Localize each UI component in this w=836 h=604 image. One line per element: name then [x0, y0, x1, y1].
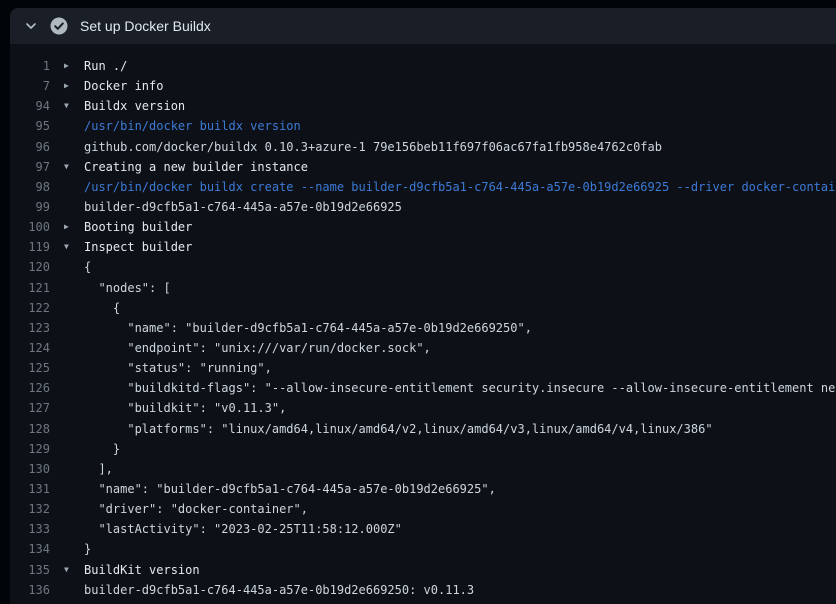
step-header[interactable]: Set up Docker Buildx	[10, 8, 836, 44]
log-row: 133 "lastActivity": "2023-02-25T11:58:12…	[10, 519, 836, 539]
log-rows: 1▶Run ./7▶Docker info94▼Buildx version95…	[10, 56, 836, 600]
log-row: 130 ],	[10, 459, 836, 479]
log-text: BuildKit version	[84, 560, 200, 580]
log-group-row[interactable]: 94 ▼Buildx version	[10, 96, 836, 116]
line-number[interactable]: 125	[10, 358, 50, 378]
group-collapsed-triangle-icon: ▶	[64, 76, 84, 96]
line-number[interactable]: 132	[10, 499, 50, 519]
log-text: builder-d9cfb5a1-c764-445a-a57e-0b19d2e6…	[84, 580, 474, 600]
log-text: {	[84, 257, 91, 277]
log-row: 127 "buildkit": "v0.11.3",	[10, 398, 836, 418]
group-expanded-triangle-icon: ▼	[64, 96, 84, 116]
line-number[interactable]: 126	[10, 378, 50, 398]
check-circle-icon	[50, 17, 68, 35]
log-text: "endpoint": "unix:///var/run/docker.sock…	[84, 338, 431, 358]
log-text: /usr/bin/docker buildx create --name bui…	[84, 177, 836, 197]
log-row: 132 "driver": "docker-container",	[10, 499, 836, 519]
line-number[interactable]: 98	[10, 177, 50, 197]
group-collapsed-triangle-icon: ▶	[64, 56, 84, 76]
line-number[interactable]: 135	[10, 560, 50, 580]
line-number[interactable]: 136	[10, 580, 50, 600]
log-group-row[interactable]: 100 ▶Booting builder	[10, 217, 836, 237]
log-row: 95/usr/bin/docker buildx version	[10, 116, 836, 136]
line-number[interactable]: 123	[10, 318, 50, 338]
log-text: builder-d9cfb5a1-c764-445a-a57e-0b19d2e6…	[84, 197, 402, 217]
log-row: 134}	[10, 539, 836, 559]
group-collapsed-triangle-icon: ▶	[64, 217, 84, 237]
log-text: "name": "builder-d9cfb5a1-c764-445a-a57e…	[84, 479, 496, 499]
log-group-row[interactable]: 119 ▼Inspect builder	[10, 237, 836, 257]
log-text: Creating a new builder instance	[84, 157, 308, 177]
log-text: "lastActivity": "2023-02-25T11:58:12.000…	[84, 519, 402, 539]
log-text: Run ./	[84, 56, 127, 76]
log-text: "platforms": "linux/amd64,linux/amd64/v2…	[84, 419, 713, 439]
line-number[interactable]: 121	[10, 278, 50, 298]
line-number[interactable]: 124	[10, 338, 50, 358]
line-number[interactable]: 7	[10, 76, 50, 96]
group-expanded-triangle-icon: ▼	[64, 237, 84, 257]
log-row: 122 {	[10, 298, 836, 318]
log-row: 99 builder-d9cfb5a1-c764-445a-a57e-0b19d2…	[10, 197, 836, 217]
line-number[interactable]: 127	[10, 398, 50, 418]
log-row: 123 "name": "builder-d9cfb5a1-c764-445a-…	[10, 318, 836, 338]
group-expanded-triangle-icon: ▼	[64, 560, 84, 580]
line-number[interactable]: 133	[10, 519, 50, 539]
log-text: "nodes": [	[84, 278, 171, 298]
log-text: "buildkitd-flags": "--allow-insecure-ent…	[84, 378, 836, 398]
log-text: Inspect builder	[84, 237, 192, 257]
log-text: }	[84, 539, 91, 559]
line-number[interactable]: 97	[10, 157, 50, 177]
log-row: 129 }	[10, 439, 836, 459]
step-log-card: Set up Docker Buildx 1▶Run ./7▶Docker in…	[10, 8, 836, 604]
chevron-down-icon[interactable]	[20, 15, 42, 37]
line-number[interactable]: 100	[10, 217, 50, 237]
step-title: Set up Docker Buildx	[80, 18, 211, 34]
log-text: Booting builder	[84, 217, 192, 237]
log-row: 128 "platforms": "linux/amd64,linux/amd6…	[10, 419, 836, 439]
line-number[interactable]: 129	[10, 439, 50, 459]
log-group-row[interactable]: 7 ▶Docker info	[10, 76, 836, 96]
log-group-row[interactable]: 1 ▶Run ./	[10, 56, 836, 76]
log-text: ],	[84, 459, 113, 479]
log-text: github.com/docker/buildx 0.10.3+azure-1 …	[84, 137, 662, 157]
log-text: {	[84, 298, 120, 318]
log-row: 124 "endpoint": "unix:///var/run/docker.…	[10, 338, 836, 358]
group-expanded-triangle-icon: ▼	[64, 157, 84, 177]
log-row: 120 {	[10, 257, 836, 277]
log-text: Docker info	[84, 76, 163, 96]
line-number[interactable]: 122	[10, 298, 50, 318]
log-text: /usr/bin/docker buildx version	[84, 116, 301, 136]
log-group-row[interactable]: 97 ▼Creating a new builder instance	[10, 157, 836, 177]
line-number[interactable]: 96	[10, 137, 50, 157]
log-text: "status": "running",	[84, 358, 272, 378]
line-number[interactable]: 94	[10, 96, 50, 116]
log-text: "buildkit": "v0.11.3",	[84, 398, 286, 418]
line-number[interactable]: 1	[10, 56, 50, 76]
line-number[interactable]: 99	[10, 197, 50, 217]
line-number[interactable]: 134	[10, 539, 50, 559]
log-text: }	[84, 439, 120, 459]
log-row: 136 builder-d9cfb5a1-c764-445a-a57e-0b19d…	[10, 580, 836, 600]
line-number[interactable]: 119	[10, 237, 50, 257]
line-number[interactable]: 95	[10, 116, 50, 136]
line-number[interactable]: 120	[10, 257, 50, 277]
log-group-row[interactable]: 135 ▼BuildKit version	[10, 560, 836, 580]
log-row: 126 "buildkitd-flags": "--allow-insecure…	[10, 378, 836, 398]
log-area: 1▶Run ./7▶Docker info94▼Buildx version95…	[10, 44, 836, 604]
log-text: "driver": "docker-container",	[84, 499, 308, 519]
log-row: 125 "status": "running",	[10, 358, 836, 378]
log-row: 121 "nodes": [	[10, 278, 836, 298]
line-number[interactable]: 130	[10, 459, 50, 479]
line-number[interactable]: 128	[10, 419, 50, 439]
log-row: 96 github.com/docker/buildx 0.10.3+azure-…	[10, 137, 836, 157]
log-text: Buildx version	[84, 96, 185, 116]
line-number[interactable]: 131	[10, 479, 50, 499]
chevron-down-icon	[25, 20, 37, 32]
log-text: "name": "builder-d9cfb5a1-c764-445a-a57e…	[84, 318, 532, 338]
log-row: 98/usr/bin/docker buildx create --name b…	[10, 177, 836, 197]
log-row: 131 "name": "builder-d9cfb5a1-c764-445a-…	[10, 479, 836, 499]
